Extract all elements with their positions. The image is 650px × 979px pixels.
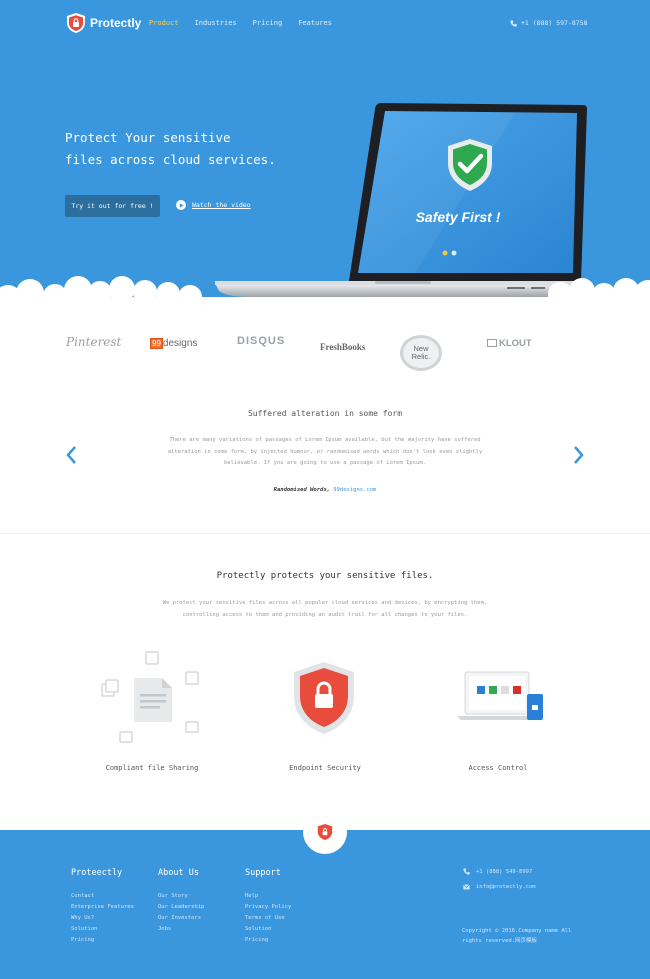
nav-industries[interactable]: Industries <box>195 19 237 27</box>
footer-col-title: Proteectly <box>71 868 123 878</box>
nav-features[interactable]: Features <box>298 19 332 27</box>
footer-logo-badge[interactable] <box>303 810 347 854</box>
testimonial-author-site[interactable]: 99designs.com <box>333 487 376 493</box>
nav-phone: +1 (888) 597-8758 <box>510 19 588 27</box>
shield-logo-icon <box>317 824 333 840</box>
partner-newrelic: New Relic. <box>400 335 442 371</box>
top-nav: Protectly Product Industries Pricing Fea… <box>0 10 650 40</box>
footer-col-about: About Us Our Story Our Leadership Our In… <box>158 868 204 935</box>
partner-klout: KLOUT <box>487 338 532 349</box>
partner-99designs-mark: 99 <box>150 338 163 349</box>
play-icon <box>176 200 186 210</box>
footer-col-company: Proteectly Contact Enterprise Features W… <box>71 868 134 946</box>
partner-disqus: DISQUS <box>237 335 286 347</box>
phone-icon <box>510 19 517 27</box>
mail-icon <box>463 884 470 890</box>
testimonial-body: There are many variations of passages of… <box>167 437 483 466</box>
nav-pricing[interactable]: Pricing <box>253 19 283 27</box>
partner-logos: Pinterest 99 designs DISQUS FreshBooks Ne… <box>0 330 650 380</box>
cloud-divider <box>0 276 650 300</box>
klout-icon <box>487 339 497 347</box>
partner-99designs: 99 designs <box>150 338 197 349</box>
partner-99designs-text: designs <box>162 338 198 349</box>
partner-freshbooks: FreshBooks <box>320 342 366 352</box>
footer-col-title: Support <box>245 868 281 878</box>
footer-email[interactable]: info@protectly.com <box>463 884 536 890</box>
testimonial-title: Suffered alteration in some form <box>247 409 403 418</box>
section-divider <box>0 533 650 534</box>
copyright-line2: rights reserved.网页模板 <box>462 938 537 944</box>
footer-link-investors[interactable]: Our Investors <box>158 913 204 924</box>
footer-col-title: About Us <box>158 868 199 878</box>
feature-label-access: Access Control <box>468 764 528 772</box>
laptop-illustration <box>215 103 590 297</box>
devices-icon <box>457 671 543 720</box>
chevron-left-icon[interactable] <box>65 445 79 465</box>
partner-klout-text: KLOUT <box>499 338 532 349</box>
footer-link-jobs[interactable]: Jobs <box>158 924 204 935</box>
footer-link-solution[interactable]: Solution <box>71 924 134 935</box>
footer-link-enterprise[interactable]: Enterprise Features <box>71 902 134 913</box>
copyright-line1: Copyright © 2016.Company name All <box>462 928 572 934</box>
brand-name: Protectly <box>90 16 142 30</box>
footer-link-solution[interactable]: Solution <box>245 924 291 935</box>
features-body: We protect your sensitive files across a… <box>162 600 488 618</box>
hero-section: Protectly Product Industries Pricing Fea… <box>0 0 650 300</box>
laptop-caption: Safety First ! <box>415 209 501 225</box>
partner-newrelic-label: New Relic. <box>411 344 431 361</box>
features-title: Protectly protects your sensitive files. <box>216 571 434 581</box>
footer-email-address: info@protectly.com <box>476 884 536 890</box>
footer-copyright: Copyright © 2016.Company name All rights… <box>462 926 582 946</box>
footer-link-why-us[interactable]: Why Us? <box>71 913 134 924</box>
chevron-right-icon[interactable] <box>571 445 585 465</box>
document-icon <box>101 651 199 743</box>
nav-links: Product Industries Pricing Features <box>149 19 348 27</box>
footer-link-terms[interactable]: Terms of Use <box>245 913 291 924</box>
feature-label-endpoint: Endpoint Security <box>289 764 361 772</box>
brand-logo[interactable]: Protectly <box>66 12 141 34</box>
footer-link-story[interactable]: Our Story <box>158 891 204 902</box>
footer-phone-number: +1 (888) 549-8997 <box>476 868 533 875</box>
nav-phone-number: +1 (888) 597-8758 <box>521 19 588 27</box>
try-free-button[interactable]: Try it out for free ! <box>65 195 160 217</box>
footer-link-leadership[interactable]: Our Leadership <box>158 902 204 913</box>
feature-label-sharing: Compliant file Sharing <box>105 764 199 772</box>
footer-link-contact[interactable]: Contact <box>71 891 134 902</box>
partner-pinterest: Pinterest <box>66 335 122 349</box>
footer-phone: +1 (888) 549-8997 <box>463 868 532 875</box>
testimonial-author: Randomised Words, 99designs.com <box>0 487 650 493</box>
nav-product[interactable]: Product <box>149 19 179 27</box>
phone-icon <box>463 868 470 875</box>
footer-link-privacy[interactable]: Privacy Policy <box>245 902 291 913</box>
footer-link-help[interactable]: Help <box>245 891 291 902</box>
testimonial-author-name: Randomised Words, <box>273 487 330 493</box>
shield-lock-icon <box>294 662 354 734</box>
shield-logo-icon <box>67 13 85 33</box>
footer-col-support: Support Help Privacy Policy Terms of Use… <box>245 868 291 946</box>
footer-link-pricing[interactable]: Pricing <box>245 935 291 946</box>
footer-link-pricing[interactable]: Pricing <box>71 935 134 946</box>
